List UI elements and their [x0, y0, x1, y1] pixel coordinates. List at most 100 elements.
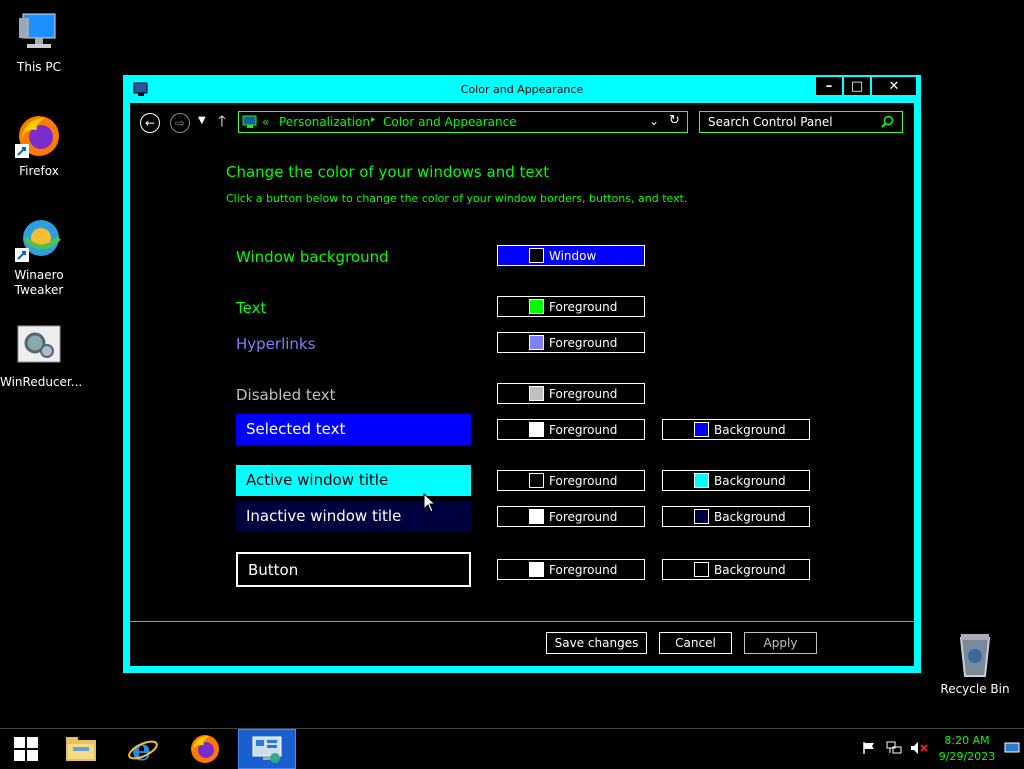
footer-divider: [130, 621, 914, 622]
internet-explorer-icon: e: [128, 733, 158, 765]
desktop-icon-label: Firefox: [19, 164, 59, 178]
search-placeholder: Search Control Panel: [708, 115, 833, 129]
network-icon[interactable]: [886, 741, 902, 758]
selected-text-background-button[interactable]: Background: [662, 419, 810, 440]
inactive-title-foreground-button[interactable]: Foreground: [497, 506, 645, 527]
button-label: Foreground: [549, 336, 618, 350]
desktop-preview-icon: [1004, 742, 1020, 753]
button-label: Foreground: [549, 300, 618, 314]
desktop-icon-label: Winaero Tweaker: [14, 268, 64, 297]
taskbar-control-panel[interactable]: [238, 729, 296, 769]
breadcrumb-color-appearance[interactable]: Color and Appearance: [383, 115, 517, 129]
button-background-button[interactable]: Background: [662, 559, 810, 580]
breadcrumb-overflow[interactable]: «: [262, 115, 269, 129]
computer-icon: [15, 8, 63, 56]
button-sample: Button: [236, 552, 471, 587]
refresh-icon[interactable]: ↻: [669, 113, 680, 128]
minimize-button[interactable]: –: [816, 77, 842, 95]
desktop-icon-label: WinReducer...: [0, 375, 83, 389]
system-tray: 8:20 AM 9/29/2023: [856, 729, 1024, 769]
hyperlinks-foreground-button[interactable]: Foreground: [497, 332, 645, 353]
save-changes-button[interactable]: Save changes: [546, 632, 647, 654]
color-swatch: [529, 562, 544, 577]
button-label: Foreground: [549, 474, 618, 488]
desktop-icon-recycle-bin[interactable]: Recycle Bin: [936, 630, 1014, 697]
desktop-icon-label: This PC: [17, 60, 61, 74]
chevron-down-icon: ▼: [198, 115, 206, 126]
taskbar-internet-explorer[interactable]: e: [114, 729, 172, 769]
address-bar[interactable]: « Personalization ▸ Color and Appearance…: [238, 111, 688, 133]
color-appearance-window: Color and Appearance – □ ✕ ← ⇨ ▼ 🡑 « Per…: [123, 75, 921, 673]
clock[interactable]: 8:20 AM 9/29/2023: [934, 733, 1000, 765]
address-dropdown-icon[interactable]: ⌄: [649, 114, 659, 128]
color-swatch: [529, 473, 544, 488]
back-button[interactable]: ←: [140, 113, 160, 133]
button-label: Background: [714, 423, 786, 437]
button-label: Foreground: [549, 563, 618, 577]
window-title: Color and Appearance: [460, 83, 584, 96]
color-swatch: [694, 509, 709, 524]
color-swatch: [694, 422, 709, 437]
start-button[interactable]: [0, 729, 52, 769]
page-description: Click a button below to change the color…: [226, 192, 688, 205]
color-swatch: [529, 422, 544, 437]
desktop-icon-firefox[interactable]: Firefox: [0, 112, 78, 179]
apply-button[interactable]: Apply: [744, 632, 817, 654]
folder-icon: [66, 737, 96, 761]
control-panel-icon: [252, 736, 282, 763]
up-arrow-icon: 🡑: [218, 112, 226, 130]
disabled-text-foreground-button[interactable]: Foreground: [497, 383, 645, 404]
color-swatch: [694, 562, 709, 577]
button-label: Background: [714, 474, 786, 488]
color-swatch: [529, 335, 544, 350]
forward-button[interactable]: ⇨: [170, 113, 190, 133]
mouse-cursor-icon: [423, 493, 437, 513]
title-bar[interactable]: Color and Appearance – □ ✕: [123, 75, 921, 105]
search-icon[interactable]: [881, 115, 894, 131]
close-button[interactable]: ✕: [872, 77, 916, 95]
winaero-tweaker-icon: [15, 216, 63, 264]
breadcrumb-personalization[interactable]: Personalization: [279, 115, 370, 129]
maximize-button[interactable]: □: [844, 77, 870, 95]
recent-locations-button[interactable]: ▼: [198, 115, 206, 126]
action-center-flag-icon[interactable]: [862, 741, 876, 758]
label-text: Text: [236, 299, 267, 317]
control-panel-icon: [242, 114, 258, 133]
button-foreground-button[interactable]: Foreground: [497, 559, 645, 580]
volume-muted-icon[interactable]: [910, 741, 928, 758]
selected-text-foreground-button[interactable]: Foreground: [497, 419, 645, 440]
clock-time: 8:20 AM: [944, 734, 990, 747]
taskbar-file-explorer[interactable]: [52, 729, 110, 769]
taskbar-firefox[interactable]: [176, 729, 234, 769]
recycle-bin-icon: [951, 630, 999, 678]
show-desktop-button[interactable]: [1004, 741, 1020, 758]
inactive-title-background-button[interactable]: Background: [662, 506, 810, 527]
button-label: Background: [714, 510, 786, 524]
winreducer-icon: [15, 323, 63, 371]
minimize-icon: –: [825, 78, 833, 94]
color-swatch: [529, 299, 544, 314]
clock-date: 9/29/2023: [938, 750, 996, 763]
desktop-icon-winaero-tweaker[interactable]: Winaero Tweaker: [0, 216, 78, 298]
cancel-button[interactable]: Cancel: [659, 632, 732, 654]
button-label: Background: [714, 563, 786, 577]
window-background-button[interactable]: Window: [497, 245, 645, 266]
button-label: Foreground: [549, 510, 618, 524]
color-swatch: [694, 473, 709, 488]
color-swatch: [529, 386, 544, 401]
windows-logo-icon: [14, 737, 38, 761]
active-title-foreground-button[interactable]: Foreground: [497, 470, 645, 491]
forward-arrow-icon: ⇨: [174, 116, 186, 130]
up-button[interactable]: 🡑: [218, 111, 226, 136]
label-hyperlinks: Hyperlinks: [236, 335, 316, 353]
color-swatch: [529, 248, 544, 263]
active-title-sample: Active window title: [236, 465, 471, 496]
maximize-icon: □: [850, 78, 864, 94]
desktop-icon-winreducer[interactable]: WinReducer...: [0, 323, 83, 390]
back-arrow-icon: ←: [144, 116, 156, 130]
desktop-icon-this-pc[interactable]: This PC: [0, 8, 78, 75]
active-title-background-button[interactable]: Background: [662, 470, 810, 491]
search-box[interactable]: Search Control Panel: [699, 111, 903, 133]
breadcrumb-separator-icon[interactable]: ▸: [371, 115, 376, 125]
text-foreground-button[interactable]: Foreground: [497, 296, 645, 317]
